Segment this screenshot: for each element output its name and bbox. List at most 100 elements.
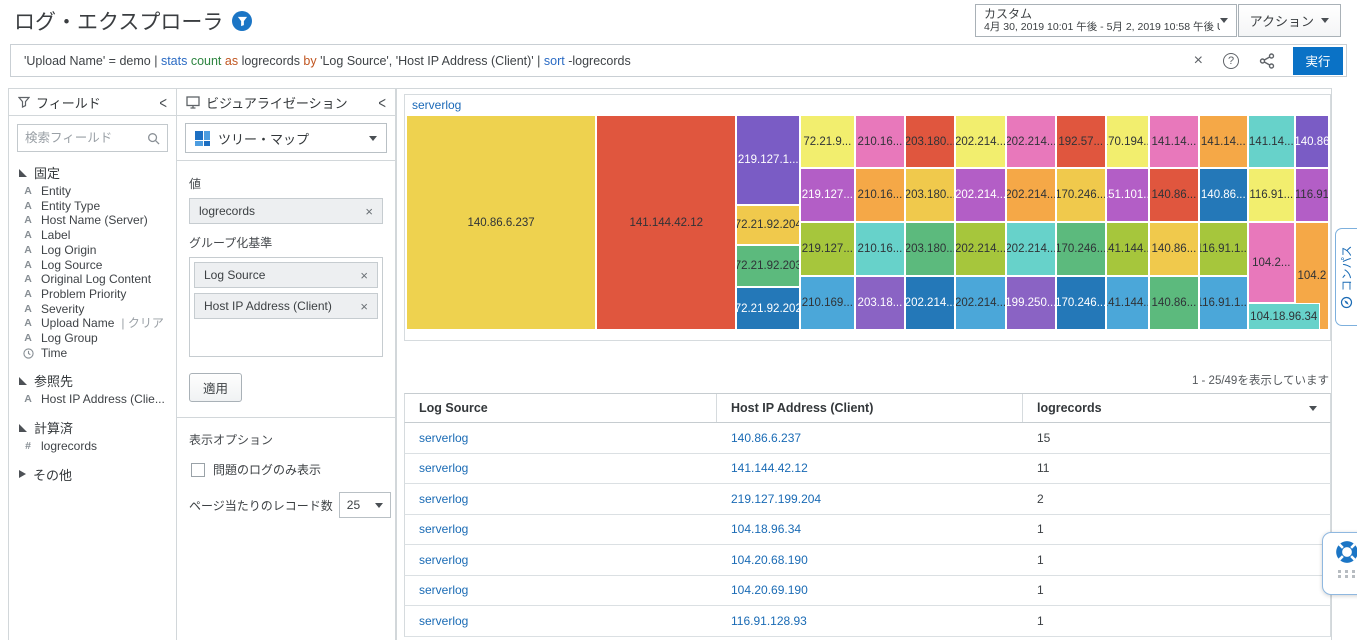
treemap-cell[interactable]: 202.214... (955, 168, 1006, 222)
treemap-cell[interactable]: 140.86.6.237 (406, 115, 596, 330)
treemap-cell[interactable]: 219.127... (800, 168, 854, 222)
treemap-cell[interactable]: 141.144.42.12 (596, 115, 736, 330)
cell-link[interactable]: 104.18.96.34 (731, 522, 801, 536)
treemap-cell[interactable]: 72.21.92.203 (736, 245, 800, 287)
treemap-cell[interactable]: 202.214... (955, 276, 1006, 330)
run-button[interactable]: 実行 (1293, 47, 1343, 75)
help-widget[interactable] (1322, 532, 1357, 595)
search-input[interactable] (25, 131, 147, 145)
field-item[interactable]: AProblem Priority (9, 287, 176, 302)
treemap-cell[interactable]: 141.144... (1106, 276, 1149, 330)
field-item[interactable]: #logrecords (9, 439, 176, 454)
treemap-cell[interactable]: 116.91 (1295, 168, 1329, 222)
treemap-cell[interactable]: 199.250... (1006, 276, 1056, 330)
column-header-log-source[interactable]: Log Source (405, 394, 717, 422)
treemap-cell[interactable]: 141.14... (1199, 115, 1248, 168)
treemap-cell[interactable]: 192.57... (1056, 115, 1106, 168)
treemap-cell[interactable]: 203.180... (905, 222, 955, 276)
cell-link[interactable]: serverlog (419, 614, 468, 628)
treemap-cell[interactable]: 140.86... (1149, 168, 1199, 222)
remove-chip-icon[interactable]: × (360, 299, 368, 314)
field-item[interactable]: AOriginal Log Content (9, 272, 176, 287)
treemap-cell[interactable]: 72.21.9... (800, 115, 854, 168)
treemap-cell[interactable]: 203.18... (855, 276, 906, 330)
treemap-cell[interactable]: 140.86 (1295, 115, 1329, 168)
filter-badge[interactable] (232, 11, 252, 31)
treemap-cell[interactable]: 141.144... (1106, 222, 1149, 276)
cell-link[interactable]: 104.20.68.190 (731, 553, 808, 567)
cell-link[interactable]: 141.144.42.12 (731, 461, 808, 475)
treemap-cell[interactable]: 140.86... (1149, 276, 1199, 330)
treemap-cell[interactable]: 210.16... (855, 115, 906, 168)
field-item[interactable]: AHost IP Address (Clie... (9, 392, 176, 407)
treemap-cell[interactable]: 104.2... (1248, 222, 1295, 303)
treemap-cell[interactable]: 203.180... (905, 168, 955, 222)
treemap-cell[interactable]: 210.169... (800, 276, 854, 330)
field-section-header[interactable]: 参照先 (9, 369, 176, 392)
treemap-cell[interactable]: 202.214... (1006, 115, 1056, 168)
treemap-cell[interactable]: 202.214... (905, 276, 955, 330)
field-item[interactable]: AUpload Name| クリア (9, 316, 176, 331)
share-icon[interactable] (1259, 53, 1275, 69)
treemap-cell[interactable]: 219.127... (800, 222, 854, 276)
sort-desc-icon[interactable] (1309, 406, 1317, 411)
field-section-header[interactable]: 計算済 (9, 416, 176, 439)
treemap-cell[interactable]: 72.21.92.204 (736, 205, 800, 245)
field-section-header[interactable]: 固定 (9, 161, 176, 184)
treemap-cell[interactable]: 203.180... (905, 115, 955, 168)
treemap-cell[interactable]: 140.86... (1149, 222, 1199, 276)
field-search[interactable] (17, 124, 168, 152)
time-range-selector[interactable]: カスタム 4月 30, 2019 10:01 午後 - 5月 2, 2019 1… (975, 4, 1237, 37)
chart-type-select[interactable]: ツリー・マップ (185, 123, 387, 153)
cell-link[interactable]: 116.91.128.93 (731, 614, 807, 628)
field-item[interactable]: AEntity Type (9, 199, 176, 214)
cell-link[interactable]: 104.20.69.190 (731, 583, 808, 597)
clear-filter-link[interactable]: | クリア (121, 317, 163, 330)
cell-link[interactable]: 140.86.6.237 (731, 431, 801, 445)
field-item[interactable]: ALog Source (9, 258, 176, 273)
cell-link[interactable]: serverlog (419, 553, 468, 567)
cell-link[interactable]: serverlog (419, 431, 468, 445)
cell-link[interactable]: 219.127.199.204 (731, 492, 821, 506)
help-icon[interactable]: ? (1223, 53, 1239, 69)
treemap-cell[interactable]: 116.91... (1248, 168, 1295, 222)
query-input[interactable]: 'Upload Name' = demo | stats count as lo… (24, 54, 1184, 68)
treemap-cell[interactable]: 104.18.96.34 (1248, 303, 1320, 330)
apply-button[interactable]: 適用 (189, 373, 242, 402)
query-bar[interactable]: 'Upload Name' = demo | stats count as lo… (10, 44, 1347, 77)
treemap-cell[interactable]: 219.127.1... (736, 115, 800, 205)
cell-link[interactable]: serverlog (419, 583, 468, 597)
field-item[interactable]: ALog Origin (9, 243, 176, 258)
treemap-cell[interactable]: 170.246... (1056, 276, 1106, 330)
treemap-cell[interactable]: 170.246... (1056, 168, 1106, 222)
page-size-select[interactable]: 25 (339, 492, 391, 518)
treemap-cell[interactable]: 140.86... (1199, 168, 1248, 222)
field-item[interactable]: ALabel (9, 228, 176, 243)
column-header-logrecords[interactable]: logrecords (1023, 394, 1330, 422)
remove-chip-icon[interactable]: × (360, 268, 368, 283)
problem-logs-checkbox[interactable]: 問題のログのみ表示 (191, 461, 383, 478)
treemap-cell[interactable]: 170.194... (1106, 115, 1149, 168)
treemap-cell[interactable]: 72.21.92.202 (736, 287, 800, 330)
cell-link[interactable]: serverlog (419, 492, 468, 506)
treemap-cell[interactable]: 202.214... (1006, 222, 1056, 276)
compass-tab[interactable]: コンパス (1335, 228, 1357, 326)
collapse-visualization-icon[interactable]: < (378, 92, 386, 112)
field-item[interactable]: AEntity (9, 184, 176, 199)
column-header-host-ip-address-client-[interactable]: Host IP Address (Client) (717, 394, 1023, 422)
field-item[interactable]: ALog Group (9, 331, 176, 346)
treemap-cell[interactable]: 170.246... (1056, 222, 1106, 276)
treemap-cell[interactable]: 202.214... (955, 115, 1006, 168)
treemap-cell[interactable]: 151.101... (1106, 168, 1149, 222)
treemap-cell[interactable]: 202.214... (1006, 168, 1056, 222)
treemap-cell[interactable]: 116.91.1... (1199, 276, 1248, 330)
treemap-cell[interactable]: 141.14... (1149, 115, 1199, 168)
field-item[interactable]: AHost Name (Server) (9, 213, 176, 228)
cell-link[interactable]: serverlog (419, 461, 468, 475)
treemap-cell[interactable]: 210.16... (855, 168, 906, 222)
treemap-cell[interactable]: 141.14... (1248, 115, 1295, 168)
collapse-fields-icon[interactable]: < (159, 92, 167, 112)
actions-button[interactable]: アクション (1238, 4, 1341, 37)
drag-handle-icon[interactable] (1338, 570, 1357, 578)
clear-query-icon[interactable]: × (1194, 52, 1203, 70)
